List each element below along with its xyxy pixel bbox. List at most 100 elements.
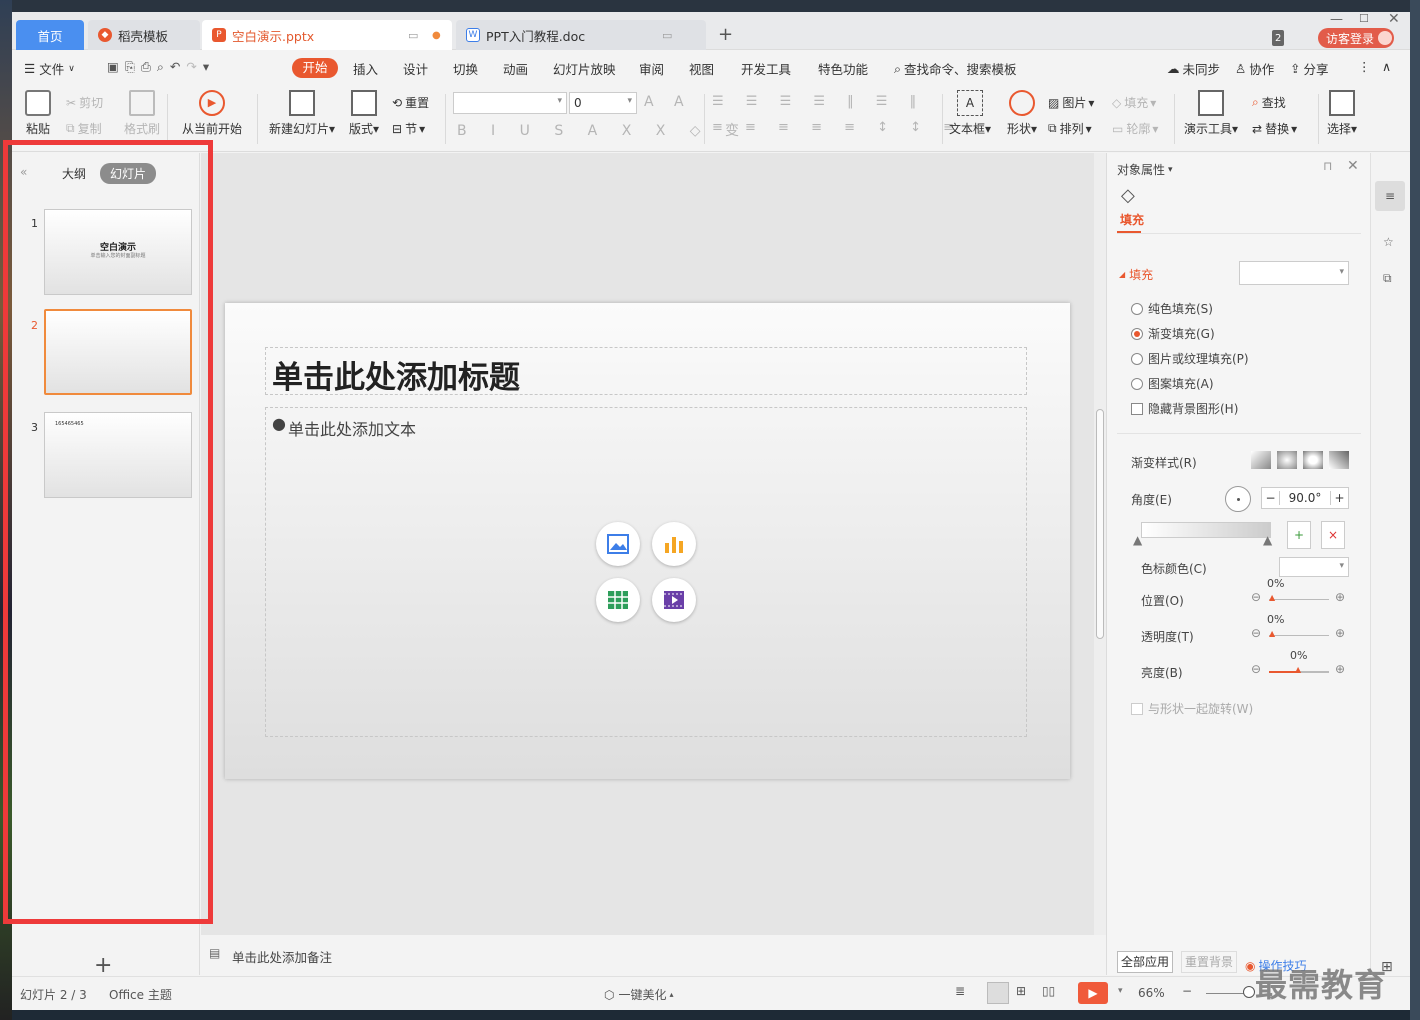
present-tools-button[interactable]: 演示工具▾: [1180, 90, 1242, 137]
slider-thumb[interactable]: ▲: [1269, 593, 1275, 602]
redo-icon[interactable]: ↷: [186, 59, 202, 74]
maximize-icon[interactable]: ☐: [1359, 12, 1369, 25]
tab-animation[interactable]: 动画: [503, 59, 528, 78]
tab-start[interactable]: 开始: [292, 58, 338, 78]
properties-header[interactable]: 对象属性 ▾: [1117, 161, 1173, 178]
section-button[interactable]: ⊟ 节 ▾: [392, 120, 425, 137]
share-button[interactable]: ⇪ 分享: [1290, 59, 1329, 78]
plus-icon[interactable]: ⊕: [1335, 590, 1345, 604]
layout-button[interactable]: 版式▾: [346, 90, 382, 137]
sorter-view-icon[interactable]: ⊞: [1016, 984, 1026, 998]
gradient-stop-right[interactable]: ▲: [1263, 533, 1272, 547]
notes-toggle-icon[interactable]: ≣: [955, 984, 965, 998]
content-placeholder[interactable]: ● 单击此处添加文本: [265, 407, 1027, 737]
gradient-bar[interactable]: [1141, 522, 1271, 538]
angle-stepper[interactable]: − 90.0° +: [1261, 487, 1349, 509]
plus-icon[interactable]: ⊕: [1335, 662, 1345, 676]
fill-color-select[interactable]: ▾: [1239, 261, 1349, 285]
remove-stop-button[interactable]: ×: [1321, 521, 1345, 549]
angle-value[interactable]: 90.0°: [1280, 491, 1330, 505]
sync-button[interactable]: ☁ 未同步: [1167, 59, 1220, 78]
tab-view[interactable]: 视图: [689, 59, 714, 78]
more-icon[interactable]: ⋮: [1358, 59, 1371, 74]
vertical-scrollbar[interactable]: [1094, 153, 1106, 935]
minus-icon[interactable]: ⊖: [1251, 626, 1261, 640]
chevron-down-icon[interactable]: ▾: [1118, 986, 1123, 996]
play-slideshow-button[interactable]: ▶: [1078, 982, 1108, 1004]
undo-icon[interactable]: ↶: [170, 59, 186, 74]
format-painter-button[interactable]: 格式刷: [122, 90, 162, 137]
normal-view-icon[interactable]: [987, 982, 1009, 1004]
insert-table-icon[interactable]: [596, 578, 640, 622]
monitor-icon[interactable]: ▭: [662, 29, 672, 42]
minus-icon[interactable]: −: [1262, 491, 1280, 505]
position-slider[interactable]: [1269, 599, 1329, 600]
apply-all-button[interactable]: 全部应用: [1117, 951, 1173, 973]
command-search[interactable]: ⌕ 查找命令、搜索模板: [894, 59, 1017, 78]
lock-icon[interactable]: ⊓: [1323, 159, 1332, 173]
textbox-button[interactable]: A 文本框▾: [948, 90, 992, 137]
pin-icon[interactable]: ☆: [1383, 235, 1394, 249]
close-icon[interactable]: ✕: [1388, 12, 1400, 27]
collapse-ribbon-icon[interactable]: ∧: [1382, 59, 1391, 74]
add-stop-button[interactable]: +: [1287, 521, 1311, 549]
tab-transition[interactable]: 切换: [453, 59, 478, 78]
tab-slideshow[interactable]: 幻灯片放映: [553, 59, 616, 78]
zoom-slider-thumb[interactable]: [1243, 986, 1255, 998]
hide-background-checkbox[interactable]: 隐藏背景图形(H): [1131, 400, 1238, 417]
tab-pptx[interactable]: P 空白演示.pptx ▭ ●: [202, 20, 452, 50]
tab-insert[interactable]: 插入: [353, 59, 378, 78]
paste-button[interactable]: 粘贴: [22, 90, 54, 137]
fill-section-header[interactable]: ◢ 填充: [1119, 266, 1153, 283]
minimize-icon[interactable]: —: [1330, 12, 1343, 27]
minus-icon[interactable]: ⊖: [1251, 590, 1261, 604]
replace-button[interactable]: ⇄ 替换 ▾: [1252, 120, 1297, 137]
cut-button[interactable]: ✂ 剪切: [66, 94, 103, 111]
new-slide-button[interactable]: 新建幻灯片▾: [266, 90, 338, 137]
reset-background-button[interactable]: 重置背景: [1181, 951, 1237, 973]
slider-thumb[interactable]: ▲: [1269, 629, 1275, 638]
arrange-button[interactable]: ⧉ 排列 ▾: [1048, 120, 1092, 137]
copy-style-icon[interactable]: ⧉: [1383, 271, 1392, 286]
login-button[interactable]: 访客登录: [1318, 28, 1394, 48]
print-preview-icon[interactable]: ⌕: [157, 59, 170, 74]
customize-icon[interactable]: ▾: [203, 59, 215, 74]
tab-template[interactable]: ◆ 稻壳模板: [88, 20, 200, 50]
tab-doc[interactable]: W PPT入门教程.doc ▭: [456, 20, 706, 50]
gradient-style-linear[interactable]: [1251, 451, 1271, 469]
gradient-stop-left[interactable]: ▲: [1133, 533, 1142, 547]
tab-fill[interactable]: 填充: [1120, 211, 1144, 228]
radio-solid-fill[interactable]: 纯色填充(S): [1131, 300, 1213, 317]
copy-button[interactable]: ⧉ 复制: [66, 120, 102, 137]
properties-toggle-icon[interactable]: ≡: [1375, 181, 1405, 211]
fill-button[interactable]: ◇ 填充 ▾: [1112, 94, 1156, 111]
slider-thumb[interactable]: ▲: [1295, 665, 1301, 674]
add-slide-button[interactable]: +: [94, 953, 112, 978]
file-menu[interactable]: ☰ 文件 ∨: [24, 59, 75, 78]
close-icon[interactable]: ✕: [1347, 158, 1359, 174]
save-icon[interactable]: ▣: [107, 59, 125, 74]
find-button[interactable]: ⌕ 查找: [1252, 94, 1286, 111]
title-placeholder[interactable]: 单击此处添加标题: [265, 347, 1027, 396]
zoom-value[interactable]: 66%: [1138, 986, 1165, 1000]
export-icon[interactable]: ⎘: [125, 59, 141, 74]
gradient-style-rect[interactable]: [1303, 451, 1323, 469]
stop-color-select[interactable]: ▾: [1279, 557, 1349, 577]
radio-picture-fill[interactable]: 图片或纹理填充(P): [1131, 350, 1249, 367]
collab-button[interactable]: ♙ 协作: [1235, 59, 1274, 78]
plus-icon[interactable]: +: [1330, 491, 1348, 505]
gradient-style-radial[interactable]: [1277, 451, 1297, 469]
font-grow-shrink[interactable]: A A: [644, 94, 692, 110]
reading-view-icon[interactable]: ▯▯: [1042, 984, 1055, 998]
tab-features[interactable]: 特色功能: [818, 59, 868, 78]
tab-design[interactable]: 设计: [403, 59, 428, 78]
font-style-buttons[interactable]: B I U S A X X ◇ 变: [457, 120, 749, 140]
transparency-slider[interactable]: [1269, 635, 1329, 636]
monitor-icon[interactable]: ▭: [408, 29, 418, 42]
new-tab-button[interactable]: +: [718, 24, 733, 45]
current-slide[interactable]: 单击此处添加标题 ● 单击此处添加文本: [225, 303, 1070, 779]
tab-review[interactable]: 审阅: [639, 59, 664, 78]
play-from-current-button[interactable]: ▶ 从当前开始: [174, 90, 250, 137]
reset-button[interactable]: ⟲ 重置: [392, 94, 429, 111]
radio-gradient-fill[interactable]: 渐变填充(G): [1131, 325, 1215, 342]
